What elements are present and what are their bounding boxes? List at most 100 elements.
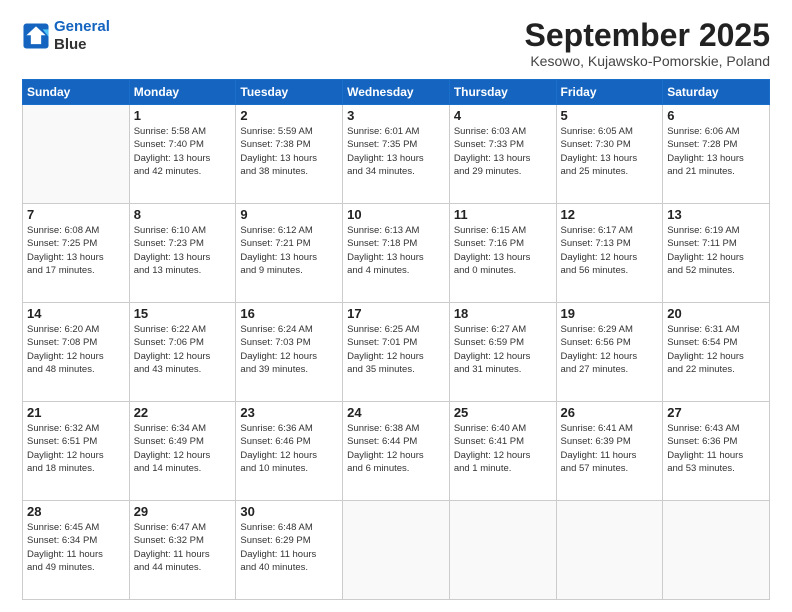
- day-info: Sunrise: 6:05 AMSunset: 7:30 PMDaylight:…: [561, 125, 659, 178]
- calendar-week-row: 1 Sunrise: 5:58 AMSunset: 7:40 PMDaylight…: [23, 105, 770, 204]
- day-info: Sunrise: 6:36 AMSunset: 6:46 PMDaylight:…: [240, 422, 338, 475]
- calendar-cell: 9Sunrise: 6:12 AMSunset: 7:21 PMDaylight…: [236, 204, 343, 303]
- day-info: Sunrise: 6:40 AMSunset: 6:41 PMDaylight:…: [454, 422, 552, 475]
- location: Kesowo, Kujawsko-Pomorskie, Poland: [525, 53, 770, 69]
- day-number: 20: [667, 306, 765, 321]
- day-number: 5: [561, 108, 659, 123]
- calendar-cell: 1 Sunrise: 5:58 AMSunset: 7:40 PMDaylight…: [129, 105, 236, 204]
- calendar-cell: 28 Sunrise: 6:45 AMSunset: 6:34 PMDayligh…: [23, 501, 130, 600]
- day-number: 11: [454, 207, 552, 222]
- calendar-week-row: 21 Sunrise: 6:32 AMSunset: 6:51 PMDayligh…: [23, 402, 770, 501]
- calendar-cell: 18 Sunrise: 6:27 AMSunset: 6:59 PMDayligh…: [449, 303, 556, 402]
- logo-icon: [22, 22, 50, 50]
- day-info: Sunrise: 6:38 AMSunset: 6:44 PMDaylight:…: [347, 422, 445, 475]
- calendar-cell: 20Sunrise: 6:31 AMSunset: 6:54 PMDayligh…: [663, 303, 770, 402]
- day-number: 22: [134, 405, 232, 420]
- day-info: Sunrise: 6:27 AMSunset: 6:59 PMDaylight:…: [454, 323, 552, 376]
- day-info: Sunrise: 5:59 AMSunset: 7:38 PMDaylight:…: [240, 125, 338, 178]
- calendar-cell: 17Sunrise: 6:25 AMSunset: 7:01 PMDayligh…: [343, 303, 450, 402]
- day-info: Sunrise: 6:45 AMSunset: 6:34 PMDaylight:…: [27, 521, 125, 574]
- calendar-cell: [663, 501, 770, 600]
- day-number: 13: [667, 207, 765, 222]
- day-number: 16: [240, 306, 338, 321]
- day-number: 18: [454, 306, 552, 321]
- calendar-table: SundayMondayTuesdayWednesdayThursdayFrid…: [22, 79, 770, 600]
- calendar-cell: [556, 501, 663, 600]
- day-number: 28: [27, 504, 125, 519]
- calendar-cell: 16 Sunrise: 6:24 AMSunset: 7:03 PMDayligh…: [236, 303, 343, 402]
- calendar-cell: [23, 105, 130, 204]
- calendar-cell: 30 Sunrise: 6:48 AMSunset: 6:29 PMDayligh…: [236, 501, 343, 600]
- day-number: 30: [240, 504, 338, 519]
- calendar-week-row: 7 Sunrise: 6:08 AMSunset: 7:25 PMDaylight…: [23, 204, 770, 303]
- day-info: Sunrise: 6:03 AMSunset: 7:33 PMDaylight:…: [454, 125, 552, 178]
- calendar-cell: 29Sunrise: 6:47 AMSunset: 6:32 PMDayligh…: [129, 501, 236, 600]
- calendar-cell: 14Sunrise: 6:20 AMSunset: 7:08 PMDayligh…: [23, 303, 130, 402]
- calendar-week-row: 14Sunrise: 6:20 AMSunset: 7:08 PMDayligh…: [23, 303, 770, 402]
- calendar-week-row: 28 Sunrise: 6:45 AMSunset: 6:34 PMDayligh…: [23, 501, 770, 600]
- day-number: 24: [347, 405, 445, 420]
- day-number: 17: [347, 306, 445, 321]
- day-info: Sunrise: 6:48 AMSunset: 6:29 PMDaylight:…: [240, 521, 338, 574]
- day-number: 4: [454, 108, 552, 123]
- day-number: 19: [561, 306, 659, 321]
- calendar-header-tuesday: Tuesday: [236, 80, 343, 105]
- calendar-cell: 11Sunrise: 6:15 AMSunset: 7:16 PMDayligh…: [449, 204, 556, 303]
- calendar-cell: [343, 501, 450, 600]
- day-info: Sunrise: 5:58 AMSunset: 7:40 PMDaylight:…: [134, 125, 232, 178]
- calendar-cell: 23 Sunrise: 6:36 AMSunset: 6:46 PMDayligh…: [236, 402, 343, 501]
- day-info: Sunrise: 6:22 AMSunset: 7:06 PMDaylight:…: [134, 323, 232, 376]
- day-number: 27: [667, 405, 765, 420]
- calendar-cell: 22 Sunrise: 6:34 AMSunset: 6:49 PMDayligh…: [129, 402, 236, 501]
- month-title: September 2025: [525, 18, 770, 53]
- day-number: 1: [134, 108, 232, 123]
- calendar-header-sunday: Sunday: [23, 80, 130, 105]
- day-number: 23: [240, 405, 338, 420]
- page: General Blue September 2025 Kesowo, Kuja…: [0, 0, 792, 612]
- calendar-cell: 10Sunrise: 6:13 AMSunset: 7:18 PMDayligh…: [343, 204, 450, 303]
- calendar-cell: 24 Sunrise: 6:38 AMSunset: 6:44 PMDayligh…: [343, 402, 450, 501]
- calendar-cell: 15 Sunrise: 6:22 AMSunset: 7:06 PMDayligh…: [129, 303, 236, 402]
- day-info: Sunrise: 6:10 AMSunset: 7:23 PMDaylight:…: [134, 224, 232, 277]
- calendar-header-row: SundayMondayTuesdayWednesdayThursdayFrid…: [23, 80, 770, 105]
- day-number: 25: [454, 405, 552, 420]
- calendar-cell: 6Sunrise: 6:06 AMSunset: 7:28 PMDaylight…: [663, 105, 770, 204]
- day-number: 8: [134, 207, 232, 222]
- day-number: 26: [561, 405, 659, 420]
- calendar-cell: [449, 501, 556, 600]
- calendar-cell: 19 Sunrise: 6:29 AMSunset: 6:56 PMDayligh…: [556, 303, 663, 402]
- day-number: 3: [347, 108, 445, 123]
- day-info: Sunrise: 6:24 AMSunset: 7:03 PMDaylight:…: [240, 323, 338, 376]
- day-info: Sunrise: 6:41 AMSunset: 6:39 PMDaylight:…: [561, 422, 659, 475]
- header: General Blue September 2025 Kesowo, Kuja…: [22, 18, 770, 69]
- day-info: Sunrise: 6:34 AMSunset: 6:49 PMDaylight:…: [134, 422, 232, 475]
- day-info: Sunrise: 6:29 AMSunset: 6:56 PMDaylight:…: [561, 323, 659, 376]
- day-number: 12: [561, 207, 659, 222]
- day-number: 15: [134, 306, 232, 321]
- day-info: Sunrise: 6:19 AMSunset: 7:11 PMDaylight:…: [667, 224, 765, 277]
- logo-text: General Blue: [54, 18, 110, 54]
- calendar-header-monday: Monday: [129, 80, 236, 105]
- day-number: 7: [27, 207, 125, 222]
- day-info: Sunrise: 6:13 AMSunset: 7:18 PMDaylight:…: [347, 224, 445, 277]
- calendar-cell: 26 Sunrise: 6:41 AMSunset: 6:39 PMDayligh…: [556, 402, 663, 501]
- day-number: 21: [27, 405, 125, 420]
- calendar-header-thursday: Thursday: [449, 80, 556, 105]
- day-info: Sunrise: 6:47 AMSunset: 6:32 PMDaylight:…: [134, 521, 232, 574]
- day-info: Sunrise: 6:12 AMSunset: 7:21 PMDaylight:…: [240, 224, 338, 277]
- calendar-cell: 5 Sunrise: 6:05 AMSunset: 7:30 PMDaylight…: [556, 105, 663, 204]
- calendar-header-wednesday: Wednesday: [343, 80, 450, 105]
- calendar-cell: 21 Sunrise: 6:32 AMSunset: 6:51 PMDayligh…: [23, 402, 130, 501]
- day-number: 14: [27, 306, 125, 321]
- day-info: Sunrise: 6:08 AMSunset: 7:25 PMDaylight:…: [27, 224, 125, 277]
- day-info: Sunrise: 6:06 AMSunset: 7:28 PMDaylight:…: [667, 125, 765, 178]
- calendar-cell: 4 Sunrise: 6:03 AMSunset: 7:33 PMDaylight…: [449, 105, 556, 204]
- day-info: Sunrise: 6:01 AMSunset: 7:35 PMDaylight:…: [347, 125, 445, 178]
- day-info: Sunrise: 6:32 AMSunset: 6:51 PMDaylight:…: [27, 422, 125, 475]
- calendar-cell: 7 Sunrise: 6:08 AMSunset: 7:25 PMDaylight…: [23, 204, 130, 303]
- calendar-cell: 2Sunrise: 5:59 AMSunset: 7:38 PMDaylight…: [236, 105, 343, 204]
- day-info: Sunrise: 6:17 AMSunset: 7:13 PMDaylight:…: [561, 224, 659, 277]
- calendar-header-saturday: Saturday: [663, 80, 770, 105]
- calendar-cell: 27Sunrise: 6:43 AMSunset: 6:36 PMDayligh…: [663, 402, 770, 501]
- title-block: September 2025 Kesowo, Kujawsko-Pomorski…: [525, 18, 770, 69]
